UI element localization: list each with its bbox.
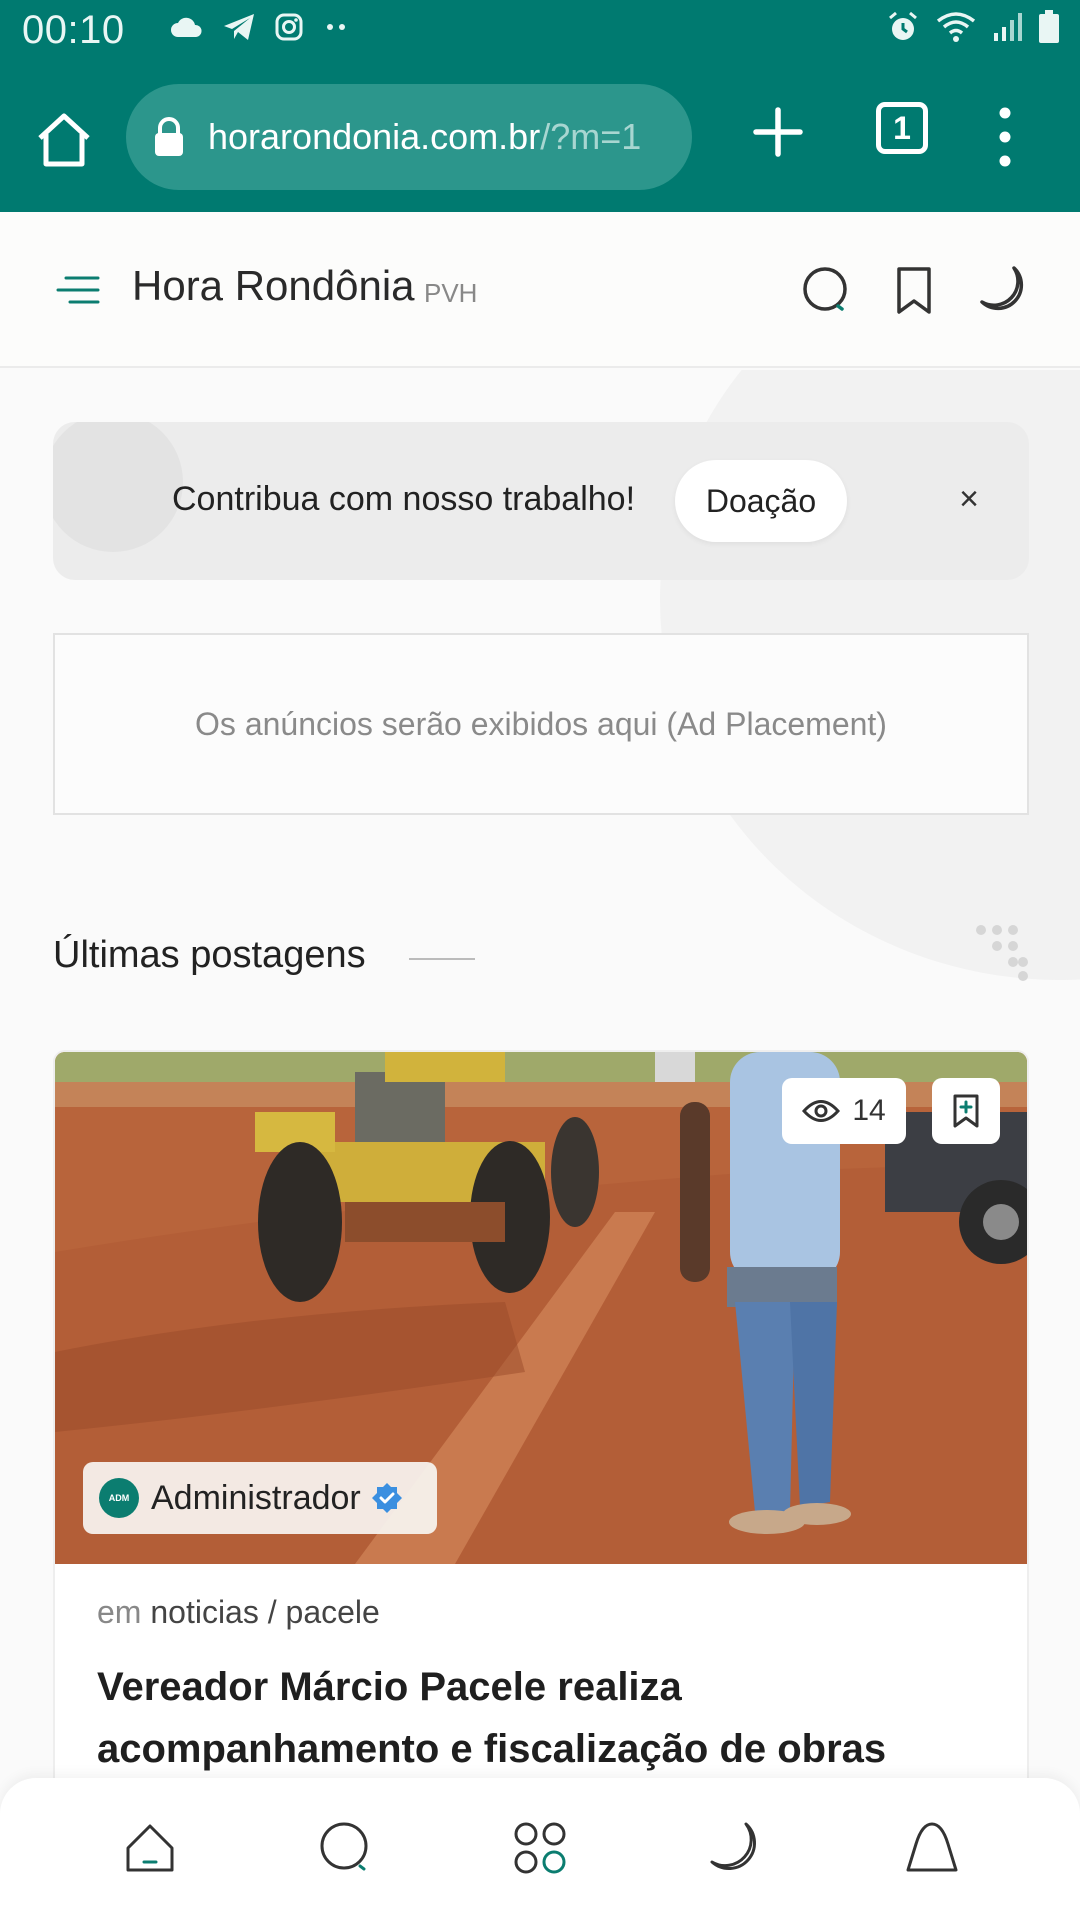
- dots-pattern-icon: [976, 925, 1028, 981]
- lock-icon: [155, 117, 183, 156]
- notification-icon[interactable]: [902, 1818, 962, 1878]
- bottom-nav: [0, 1778, 1080, 1920]
- status-bar: 00:10: [0, 0, 1080, 62]
- address-bar[interactable]: horarondonia.com.br/?m=1: [126, 84, 692, 190]
- moon-icon[interactable]: [976, 262, 1030, 316]
- moon-icon[interactable]: [706, 1818, 766, 1878]
- section-divider: [409, 958, 475, 960]
- hamburger-menu-icon[interactable]: [56, 272, 100, 308]
- alarm-icon: [889, 11, 917, 40]
- donation-banner: Contribua com nosso trabalho! Doação ×: [53, 422, 1029, 580]
- avatar: ADM: [99, 1478, 139, 1518]
- search-icon[interactable]: [316, 1818, 376, 1878]
- post-card[interactable]: 14 ADM Administrador em noticias / pacel…: [53, 1050, 1029, 1780]
- bookmark-icon[interactable]: [894, 264, 934, 316]
- banner-decoration: [53, 422, 183, 552]
- section-title: Últimas postagens: [53, 934, 366, 976]
- donate-button[interactable]: Doação: [675, 460, 847, 542]
- status-left-icons: [170, 12, 352, 42]
- apps-grid-icon[interactable]: [510, 1818, 570, 1878]
- donation-text: Contribua com nosso trabalho!: [172, 480, 636, 518]
- post-title[interactable]: Vereador Márcio Pacele realiza acompanha…: [97, 1656, 997, 1780]
- instagram-icon: [275, 13, 303, 41]
- url-domain: horarondonia.com.br: [208, 116, 541, 157]
- signal-icon: [994, 13, 1022, 41]
- url-path: /?m=1: [540, 116, 642, 157]
- views-badge: 14: [782, 1078, 906, 1144]
- battery-icon: [1039, 10, 1059, 43]
- telegram-icon: [224, 14, 254, 40]
- more-dots-icon: [327, 24, 345, 30]
- status-time: 00:10: [22, 8, 125, 52]
- main-content: Contribua com nosso trabalho! Doação × O…: [0, 370, 1080, 1780]
- post-meta: em noticias / pacele: [97, 1594, 380, 1631]
- author-badge[interactable]: ADM Administrador: [83, 1462, 437, 1534]
- eye-icon: [802, 1100, 841, 1122]
- site-header: Hora Rondônia PVH: [0, 212, 1080, 368]
- tab-switcher-button[interactable]: 1: [876, 102, 928, 154]
- new-tab-icon[interactable]: [748, 102, 808, 162]
- post-categories[interactable]: noticias / pacele: [150, 1594, 379, 1630]
- author-name: Administrador: [151, 1478, 361, 1517]
- home-icon[interactable]: [120, 1818, 180, 1878]
- search-icon[interactable]: [800, 264, 852, 316]
- ad-placeholder-text: Os anúncios serão exibidos aqui (Ad Plac…: [195, 705, 887, 742]
- ad-placement: Os anúncios serão exibidos aqui (Ad Plac…: [53, 633, 1029, 815]
- save-post-button[interactable]: [932, 1078, 1000, 1144]
- close-banner-button[interactable]: ×: [949, 480, 989, 520]
- overflow-menu-icon[interactable]: [990, 102, 1020, 172]
- browser-toolbar: horarondonia.com.br/?m=1 1: [0, 62, 1080, 212]
- url-text: horarondonia.com.br/?m=1: [208, 116, 641, 158]
- status-right-icons: [886, 10, 1060, 44]
- bookmark-add-icon: [953, 1094, 979, 1128]
- section-header: Últimas postagens: [53, 924, 1029, 994]
- verified-badge-icon: [371, 1483, 402, 1513]
- cloud-icon: [171, 17, 202, 37]
- site-title[interactable]: Hora Rondônia: [132, 262, 415, 310]
- wifi-icon: [936, 12, 976, 42]
- post-thumbnail[interactable]: 14 ADM Administrador: [55, 1052, 1027, 1564]
- meta-prefix: em: [97, 1594, 142, 1630]
- views-count: 14: [852, 1094, 886, 1127]
- home-icon[interactable]: [32, 108, 96, 172]
- site-subtitle: PVH: [424, 278, 478, 308]
